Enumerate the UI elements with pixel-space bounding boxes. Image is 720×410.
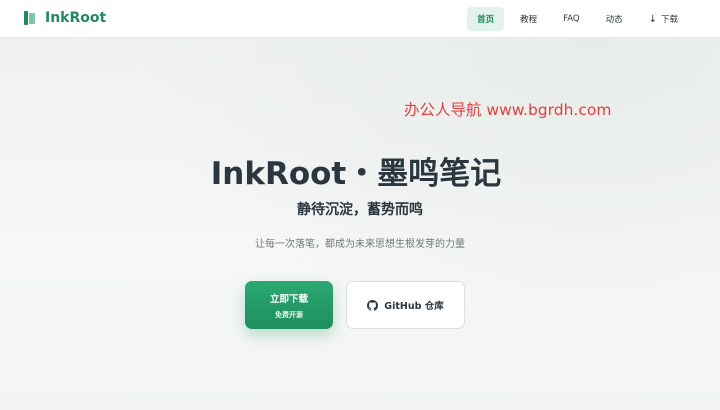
download-now-button[interactable]: 立即下载 免费开源 xyxy=(245,281,333,329)
nav-item-faq[interactable]: FAQ xyxy=(553,7,589,31)
download-arrow-icon: ↓ xyxy=(648,13,657,25)
page: InkRoot 首页 教程 FAQ 动态 ↓ 下载 办公人导航 www.bgrd… xyxy=(0,0,720,410)
nav-item-tutorial[interactable]: 教程 xyxy=(510,7,547,31)
brand-name: InkRoot xyxy=(45,10,107,26)
github-repo-label: GitHub 仓库 xyxy=(384,301,444,312)
hero-title: InkRoot・墨鸣笔记 xyxy=(210,156,502,192)
nav-item-download-label: 下载 xyxy=(660,15,678,25)
nav-item-home-label: 首页 xyxy=(477,15,495,25)
download-now-sublabel: 免费开源 xyxy=(275,310,303,319)
hero-description: 让每一次落笔，都成为未来思想生根发芽的力量 xyxy=(255,239,465,250)
nav-item-tutorial-label: 教程 xyxy=(520,15,538,25)
book-icon xyxy=(24,11,35,25)
nav-item-news[interactable]: 动态 xyxy=(596,7,633,31)
github-icon xyxy=(367,299,379,311)
brand-logo[interactable]: InkRoot xyxy=(24,10,106,26)
hero-subtitle: 静待沉淀，蓄势而鸣 xyxy=(297,202,423,218)
top-navbar: InkRoot 首页 教程 FAQ 动态 ↓ 下载 xyxy=(0,0,720,38)
nav-item-faq-label: FAQ xyxy=(563,14,580,24)
download-now-label: 立即下载 xyxy=(269,293,308,305)
watermark-text: 办公人导航 www.bgrdh.com xyxy=(404,101,612,119)
nav-item-news-label: 动态 xyxy=(605,15,623,25)
nav-menu: 首页 教程 FAQ 动态 ↓ 下载 xyxy=(461,7,688,31)
nav-item-download[interactable]: ↓ 下载 xyxy=(639,7,688,31)
github-repo-button[interactable]: GitHub 仓库 xyxy=(346,281,465,329)
nav-item-home[interactable]: 首页 xyxy=(467,7,505,31)
